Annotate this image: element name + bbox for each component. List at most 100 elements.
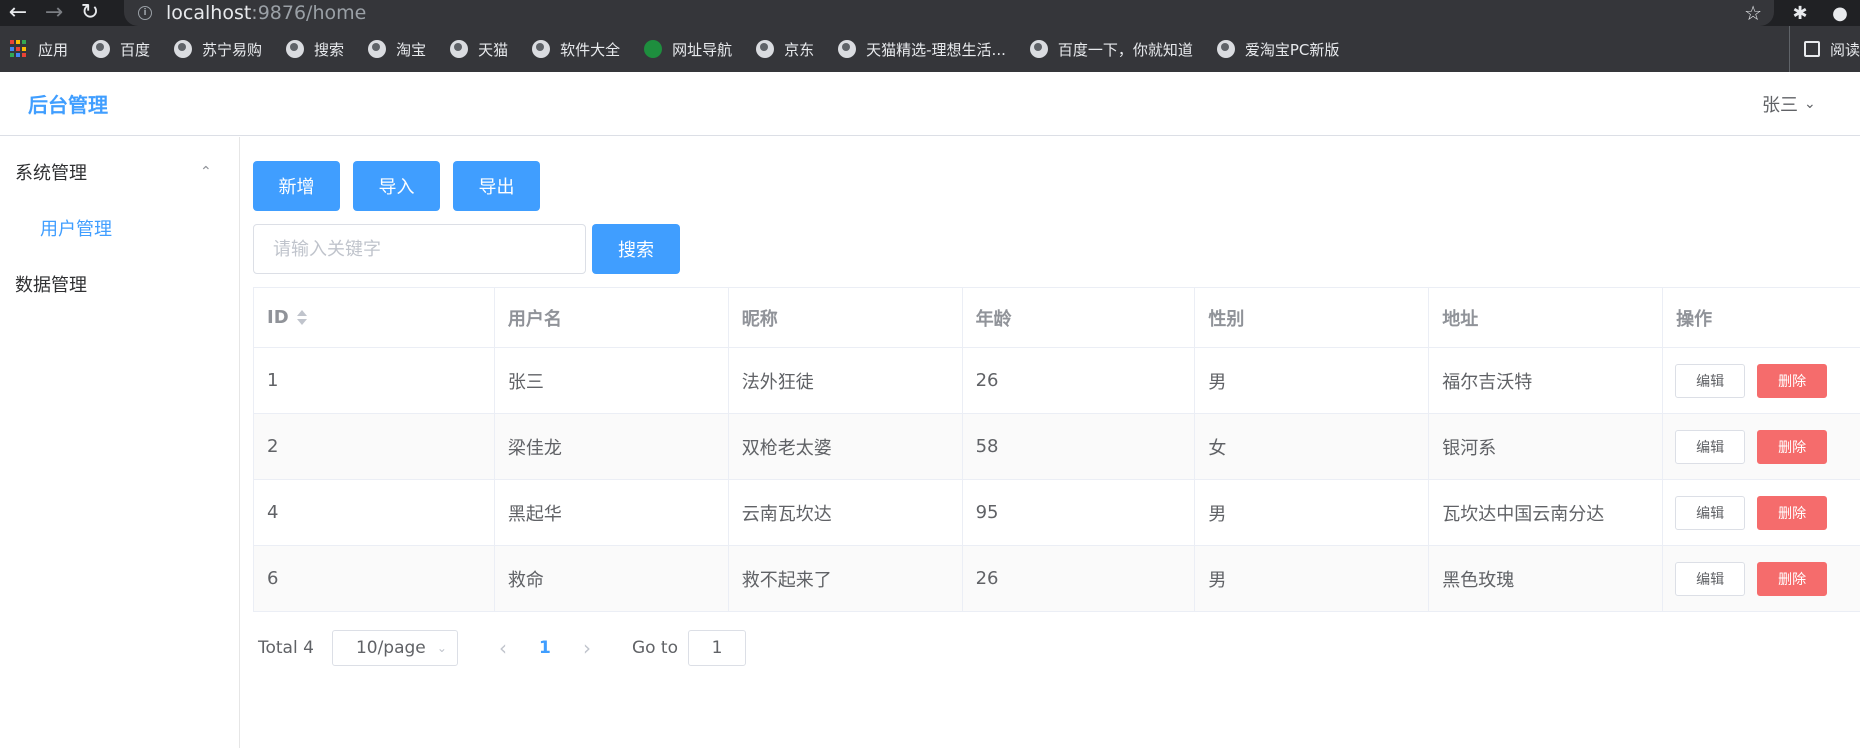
user-dropdown[interactable]: 张三 ⌄ <box>1762 91 1816 117</box>
bookmark-search[interactable]: 搜索 <box>286 39 344 60</box>
column-header-label: ID <box>267 307 289 328</box>
sidebar-group-data[interactable]: 数据管理 <box>0 256 239 312</box>
profile-icon[interactable]: ● <box>1820 3 1860 24</box>
edit-button[interactable]: 编辑 <box>1675 363 1746 398</box>
forward-arrow-icon[interactable]: → <box>36 0 72 26</box>
goto-label: Go to <box>631 638 678 658</box>
bookmark-software[interactable]: 软件大全 <box>532 39 620 60</box>
table-row: 1 张三 法外狂徒 26 男 福尔吉沃特 编辑 删除 <box>254 348 1860 414</box>
bookmark-apps[interactable]: 应用 <box>10 39 68 60</box>
column-header-age: 年龄 <box>963 288 1196 347</box>
reading-list-icon <box>1803 41 1820 57</box>
app-header: 后台管理 张三 ⌄ <box>0 72 1860 136</box>
cell-id: 6 <box>254 546 495 611</box>
edit-button[interactable]: 编辑 <box>1675 429 1746 464</box>
search-input[interactable] <box>253 224 586 274</box>
apps-grid-icon <box>10 40 28 58</box>
column-header-nickname: 昵称 <box>729 288 963 347</box>
bookmark-label: 爱淘宝PC新版 <box>1244 40 1340 59</box>
globe-icon <box>368 40 387 58</box>
delete-button[interactable]: 删除 <box>1757 429 1828 464</box>
edit-button[interactable]: 编辑 <box>1675 495 1746 530</box>
globe-icon <box>532 40 551 58</box>
cell-nickname: 法外狂徒 <box>729 348 963 413</box>
cell-age: 58 <box>963 414 1196 479</box>
delete-button[interactable]: 删除 <box>1757 363 1828 398</box>
bookmark-baidu-search[interactable]: 百度一下，你就知道 <box>1029 39 1193 60</box>
bookmark-tmall[interactable]: 天猫 <box>450 39 508 60</box>
browser-actions: ✱ ● <box>1780 0 1860 26</box>
globe-icon <box>286 40 305 58</box>
chevron-down-icon: ⌄ <box>1804 95 1816 112</box>
bookmark-label: 应用 <box>38 40 69 59</box>
extensions-puzzle-icon[interactable]: ✱ <box>1780 3 1820 24</box>
search-button[interactable]: 搜索 <box>592 224 680 274</box>
globe-icon <box>174 40 193 58</box>
edit-button[interactable]: 编辑 <box>1675 561 1746 596</box>
column-header-id[interactable]: ID <box>254 288 495 347</box>
table-row: 2 梁佳龙 双枪老太婆 58 女 银河系 编辑 删除 <box>254 414 1860 480</box>
globe-icon <box>92 40 111 58</box>
bookmark-taobao[interactable]: 淘宝 <box>368 39 426 60</box>
sidebar-item-users[interactable]: 用户管理 <box>0 200 239 256</box>
export-button[interactable]: 导出 <box>453 161 540 211</box>
url-host: localhost <box>166 2 252 24</box>
delete-button[interactable]: 删除 <box>1757 495 1828 530</box>
page-size-select[interactable]: 10/page ⌄ <box>331 630 458 666</box>
table-header-row: ID 用户名 昵称 年龄 性别 地址 操作 <box>254 288 1860 348</box>
globe-icon <box>838 40 857 58</box>
bookmark-label: 天猫精选-理想生活... <box>866 40 1006 59</box>
reload-icon[interactable]: ↻ <box>72 0 108 26</box>
address-bar[interactable]: i localhost:9876/home ☆ <box>124 0 1774 26</box>
sidebar-group-label: 数据管理 <box>15 275 87 296</box>
next-page-chevron-right-icon[interactable]: › <box>572 636 602 660</box>
user-table: ID 用户名 昵称 年龄 性别 地址 操作 1 张三 法外狂徒 26 男 福尔吉… <box>253 287 1860 612</box>
cell-actions: 编辑 删除 <box>1663 480 1860 545</box>
info-icon[interactable]: i <box>138 6 152 20</box>
back-arrow-icon[interactable]: ← <box>0 0 36 26</box>
add-button[interactable]: 新增 <box>253 161 340 211</box>
bookmark-navigation[interactable]: 网址导航 <box>644 39 732 60</box>
bookmark-baidu[interactable]: 百度 <box>92 39 150 60</box>
cell-gender: 男 <box>1195 348 1430 413</box>
bookmark-jd[interactable]: 京东 <box>756 39 814 60</box>
column-header-username: 用户名 <box>495 288 729 347</box>
user-name: 张三 <box>1762 94 1798 116</box>
prev-page-chevron-left-icon[interactable]: ‹ <box>488 636 518 660</box>
bookmark-label: 网址导航 <box>672 40 733 59</box>
bookmark-label: 天猫 <box>478 40 509 59</box>
goto-page-input[interactable] <box>687 630 746 666</box>
cell-age: 26 <box>963 348 1196 413</box>
cell-id: 4 <box>254 480 495 545</box>
cell-actions: 编辑 删除 <box>1663 348 1860 413</box>
bookmark-label: 百度 <box>120 40 151 59</box>
table-row: 6 救命 救不起来了 26 男 黑色玫瑰 编辑 删除 <box>254 546 1860 612</box>
bookmark-label: 苏宁易购 <box>202 40 263 59</box>
pagination: Total 4 10/page ⌄ ‹ 1 › Go to <box>258 630 746 666</box>
cell-address: 瓦坎达中国云南分达 <box>1429 480 1664 545</box>
sort-icon[interactable] <box>296 310 307 325</box>
page-number-current[interactable]: 1 <box>518 638 572 658</box>
import-button[interactable]: 导入 <box>353 161 440 211</box>
column-header-gender: 性别 <box>1195 288 1430 347</box>
sidebar-group-system[interactable]: 系统管理 ⌃ <box>0 144 239 200</box>
cell-nickname: 双枪老太婆 <box>729 414 963 479</box>
bookmark-aitaobao[interactable]: 爱淘宝PC新版 <box>1216 39 1340 60</box>
bookmark-tmall-select[interactable]: 天猫精选-理想生活... <box>838 39 1006 60</box>
cell-address: 福尔吉沃特 <box>1429 348 1664 413</box>
column-header-address: 地址 <box>1429 288 1664 347</box>
bookmark-label: 软件大全 <box>560 40 621 59</box>
cell-gender: 男 <box>1195 546 1430 611</box>
url-path: :9876/home <box>251 2 367 24</box>
reading-list[interactable]: 阅读 <box>1788 26 1860 72</box>
bookmark-suning[interactable]: 苏宁易购 <box>174 39 262 60</box>
delete-button[interactable]: 删除 <box>1757 561 1828 596</box>
cell-id: 2 <box>254 414 495 479</box>
cell-age: 95 <box>963 480 1196 545</box>
browser-toolbar: ← → ↻ i localhost:9876/home ☆ ✱ ● <box>0 0 1860 26</box>
sidebar-item-label: 用户管理 <box>40 219 112 240</box>
globe-icon <box>1029 40 1048 58</box>
column-header-actions: 操作 <box>1676 308 1713 330</box>
cell-address: 黑色玫瑰 <box>1429 546 1664 611</box>
bookmark-star-icon[interactable]: ☆ <box>1744 0 1762 26</box>
